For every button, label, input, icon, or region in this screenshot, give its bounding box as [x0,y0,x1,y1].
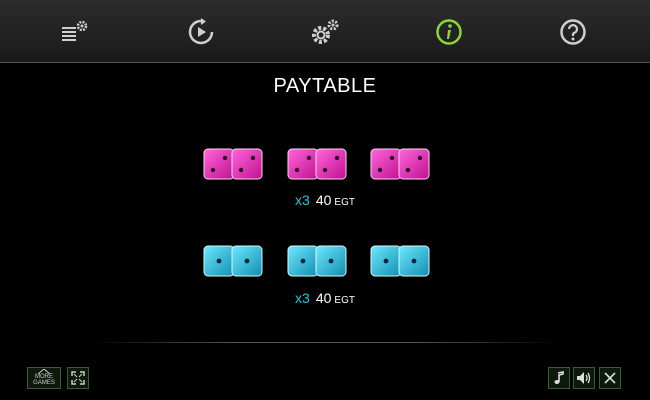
close-icon [604,372,616,384]
pink-dice-symbol [370,146,430,187]
paytable-row-pink: x3 40 EGT [0,192,650,208]
multiplier: x3 [295,192,310,208]
help-icon[interactable] [557,16,589,48]
sound-button[interactable] [573,367,595,389]
currency: EGT [334,197,355,208]
paytable-row-cyan: x3 40 EGT [0,290,650,306]
music-icon [554,371,564,384]
cyan-dice-symbol [370,243,430,284]
pink-dice-symbol [287,146,347,187]
replay-icon[interactable] [185,16,217,48]
page-title: PAYTABLE [273,75,377,97]
multiplier: x3 [295,290,310,306]
fullscreen-button[interactable] [67,367,89,389]
top-menu-bar [0,0,650,63]
close-button[interactable] [599,367,621,389]
top-separator [0,62,650,63]
cyan-dice-symbol [203,243,263,284]
payout-amount: 40 [315,290,332,306]
house-icon [37,369,51,374]
sound-icon [577,372,591,384]
music-button[interactable] [548,367,570,389]
currency: EGT [334,295,355,306]
fullscreen-icon [71,371,85,385]
gears-icon[interactable] [309,16,341,48]
more-games-label-2: GAMES [33,380,55,386]
more-games-button[interactable]: MORE GAMES [27,367,61,389]
cyan-dice-symbol [287,243,347,284]
pink-dice-symbol [203,146,263,187]
bottom-divider [90,342,560,343]
info-icon[interactable] [433,16,465,48]
settings-list-icon[interactable] [59,16,91,48]
payout-amount: 40 [315,192,332,208]
